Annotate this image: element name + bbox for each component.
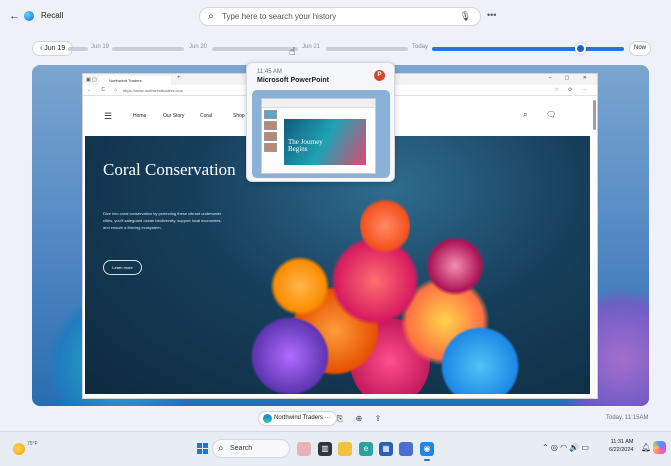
- timeline-segment[interactable]: [326, 47, 408, 51]
- search-icon: ⌕: [218, 443, 224, 454]
- preview-thumbnail[interactable]: The Journey Begins: [252, 90, 390, 178]
- edge-browser-icon: [263, 414, 272, 423]
- powerpoint-icon: P: [374, 70, 385, 81]
- context-more-button[interactable]: ···: [325, 415, 331, 421]
- timeline-segment[interactable]: [112, 47, 184, 51]
- chat-icon[interactable]: 🗨︎: [546, 110, 556, 119]
- taskbar: 75°F ⌕ Search ▥ e ▦ ◉ ⌃ ◎ ◠ 🔊 ▭ 11:31 AM…: [0, 431, 671, 466]
- coral-illustration: [230, 166, 530, 394]
- taskbar-search-label: Search: [230, 445, 253, 452]
- copilot-icon[interactable]: [653, 441, 666, 454]
- weather-text[interactable]: 75°F: [27, 441, 38, 447]
- recall-taskbar-icon[interactable]: ◉: [420, 442, 434, 461]
- hero-title: Coral Conservation: [103, 160, 236, 179]
- task-view-icon[interactable]: ▥: [318, 442, 332, 456]
- app-context-chip[interactable]: Northwind Traders ···: [258, 411, 337, 426]
- timeline-label-today: Today: [412, 44, 429, 50]
- app-title: Recall: [41, 11, 64, 20]
- timeline-label-jun21: Jun 21: [302, 44, 321, 50]
- timeline-label-jun20: Jun 20: [189, 44, 208, 50]
- new-tab-icon[interactable]: +: [177, 75, 181, 81]
- powerpoint-window: The Journey Begins: [261, 98, 376, 174]
- timeline-label-jun19: Jun 19: [91, 44, 110, 50]
- ribbon: [262, 99, 375, 108]
- browser-toolbar-icons[interactable]: ☆ ⟳ ⋯: [555, 87, 591, 93]
- search-bar[interactable]: ⌕ Type here to search your history 🎙︎: [199, 7, 481, 26]
- hamburger-menu-icon[interactable]: ☰: [104, 111, 112, 122]
- ellipsis-icon[interactable]: •••: [487, 10, 496, 20]
- file-explorer-icon[interactable]: [338, 442, 352, 456]
- top-bar: ← Recall ⌕ Type here to search your hist…: [0, 0, 671, 34]
- microphone-icon[interactable]: 🎙︎: [460, 11, 471, 22]
- copy-icon[interactable]: ⎘: [333, 412, 347, 425]
- widget-app-icon[interactable]: [297, 442, 311, 456]
- clock-time: 11:31 AM: [610, 439, 634, 445]
- context-app-label: Northwind Traders: [274, 415, 324, 421]
- nav-item-home[interactable]: Home: [133, 113, 146, 119]
- windows-start-icon[interactable]: [197, 443, 209, 455]
- slide-panel: [264, 110, 278, 172]
- hero-description: Dive into coral conservation by protecti…: [103, 211, 222, 230]
- search-icon[interactable]: ⌕: [523, 110, 527, 120]
- preview-time: 11:45 AM: [257, 69, 282, 75]
- learn-more-button[interactable]: Learn more: [103, 260, 142, 275]
- window-controls[interactable]: – ▢ ✕: [549, 75, 593, 81]
- timeline-thumb[interactable]: [575, 43, 586, 54]
- browser-tab[interactable]: Northwind Traders: [99, 76, 171, 85]
- taskbar-search[interactable]: ⌕ Search: [212, 439, 290, 458]
- hand-cursor-icon: ☝︎: [289, 46, 296, 58]
- tab-title: Northwind Traders: [109, 78, 142, 83]
- slide-title: The Journey Begins: [288, 138, 323, 153]
- share-icon[interactable]: ⇪: [371, 412, 385, 425]
- preview-app-name: Microsoft PowerPoint: [257, 77, 329, 84]
- store-icon[interactable]: ▦: [379, 442, 393, 456]
- snapshot-timestamp: Today, 11:15AM: [606, 415, 649, 421]
- timeline-hover-preview[interactable]: 11:45 AM Microsoft PowerPoint P The Jour…: [246, 62, 395, 182]
- timeline-segment-today[interactable]: [432, 47, 624, 51]
- tab-actions-icon[interactable]: ▣ ▢: [86, 77, 97, 83]
- nav-item-shop[interactable]: Shop: [233, 113, 245, 119]
- recall-logo-icon: [24, 11, 34, 21]
- clock-date: 6/22/2024: [609, 447, 634, 453]
- web-search-icon[interactable]: ⊕: [352, 412, 366, 425]
- timeline-segment[interactable]: [212, 47, 298, 51]
- system-tray-icons[interactable]: ⌃ ◎ ◠ 🔊 ▭: [542, 443, 589, 452]
- system-clock[interactable]: 11:31 AM 6/22/2024: [609, 438, 633, 454]
- browser-nav-buttons[interactable]: ← C ⌂: [87, 87, 121, 93]
- search-icon: ⌕: [208, 11, 214, 22]
- nav-item-our-story[interactable]: Our Story: [163, 113, 184, 119]
- search-input[interactable]: Type here to search your history: [222, 12, 336, 21]
- now-button[interactable]: Now: [629, 41, 651, 56]
- weather-icon[interactable]: [13, 443, 25, 455]
- slide-canvas: The Journey Begins: [284, 119, 366, 165]
- notification-bell-icon[interactable]: 🔔︎: [641, 443, 651, 452]
- photos-icon[interactable]: [399, 442, 413, 456]
- timeline-segment[interactable]: [68, 47, 88, 51]
- scrollbar[interactable]: [593, 100, 596, 130]
- nav-item-coral[interactable]: Coral: [200, 113, 212, 119]
- timeline[interactable]: ‹ Jun 19 Jun 19 Jun 20 Jun 21 Today Now: [0, 38, 671, 60]
- edge-icon[interactable]: e: [359, 442, 373, 456]
- arrow-left-icon[interactable]: ←: [9, 10, 20, 22]
